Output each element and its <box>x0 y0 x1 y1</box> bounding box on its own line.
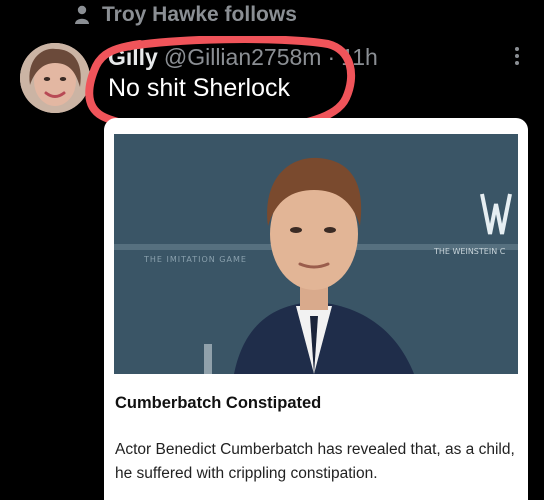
social-context-label[interactable]: Troy Hawke follows <box>102 3 297 27</box>
card-description: Actor Benedict Cumberbatch has revealed … <box>115 441 515 482</box>
separator-dot: · <box>327 43 336 70</box>
display-name[interactable]: Gilly <box>108 44 158 71</box>
tweet-text: No shit Sherlock <box>108 74 291 102</box>
avatar[interactable] <box>20 43 90 113</box>
link-card[interactable]: THE IMITATION GAME THE WEINSTEIN C Cumbe… <box>104 118 528 500</box>
user-handle[interactable]: @Gillian2758m <box>164 44 322 71</box>
more-options-icon[interactable] <box>512 44 522 68</box>
social-context: Troy Hawke follows <box>74 2 297 28</box>
svg-text:THE IMITATION GAME: THE IMITATION GAME <box>143 255 247 264</box>
card-image[interactable]: THE IMITATION GAME THE WEINSTEIN C <box>114 134 518 374</box>
person-icon <box>74 5 90 25</box>
timestamp[interactable]: 11h <box>341 44 378 71</box>
card-title[interactable]: Cumberbatch Constipated <box>115 394 321 413</box>
tweet-header: Gilly @Gillian2758m · 11h <box>108 42 378 72</box>
svg-text:THE WEINSTEIN C: THE WEINSTEIN C <box>433 247 506 256</box>
